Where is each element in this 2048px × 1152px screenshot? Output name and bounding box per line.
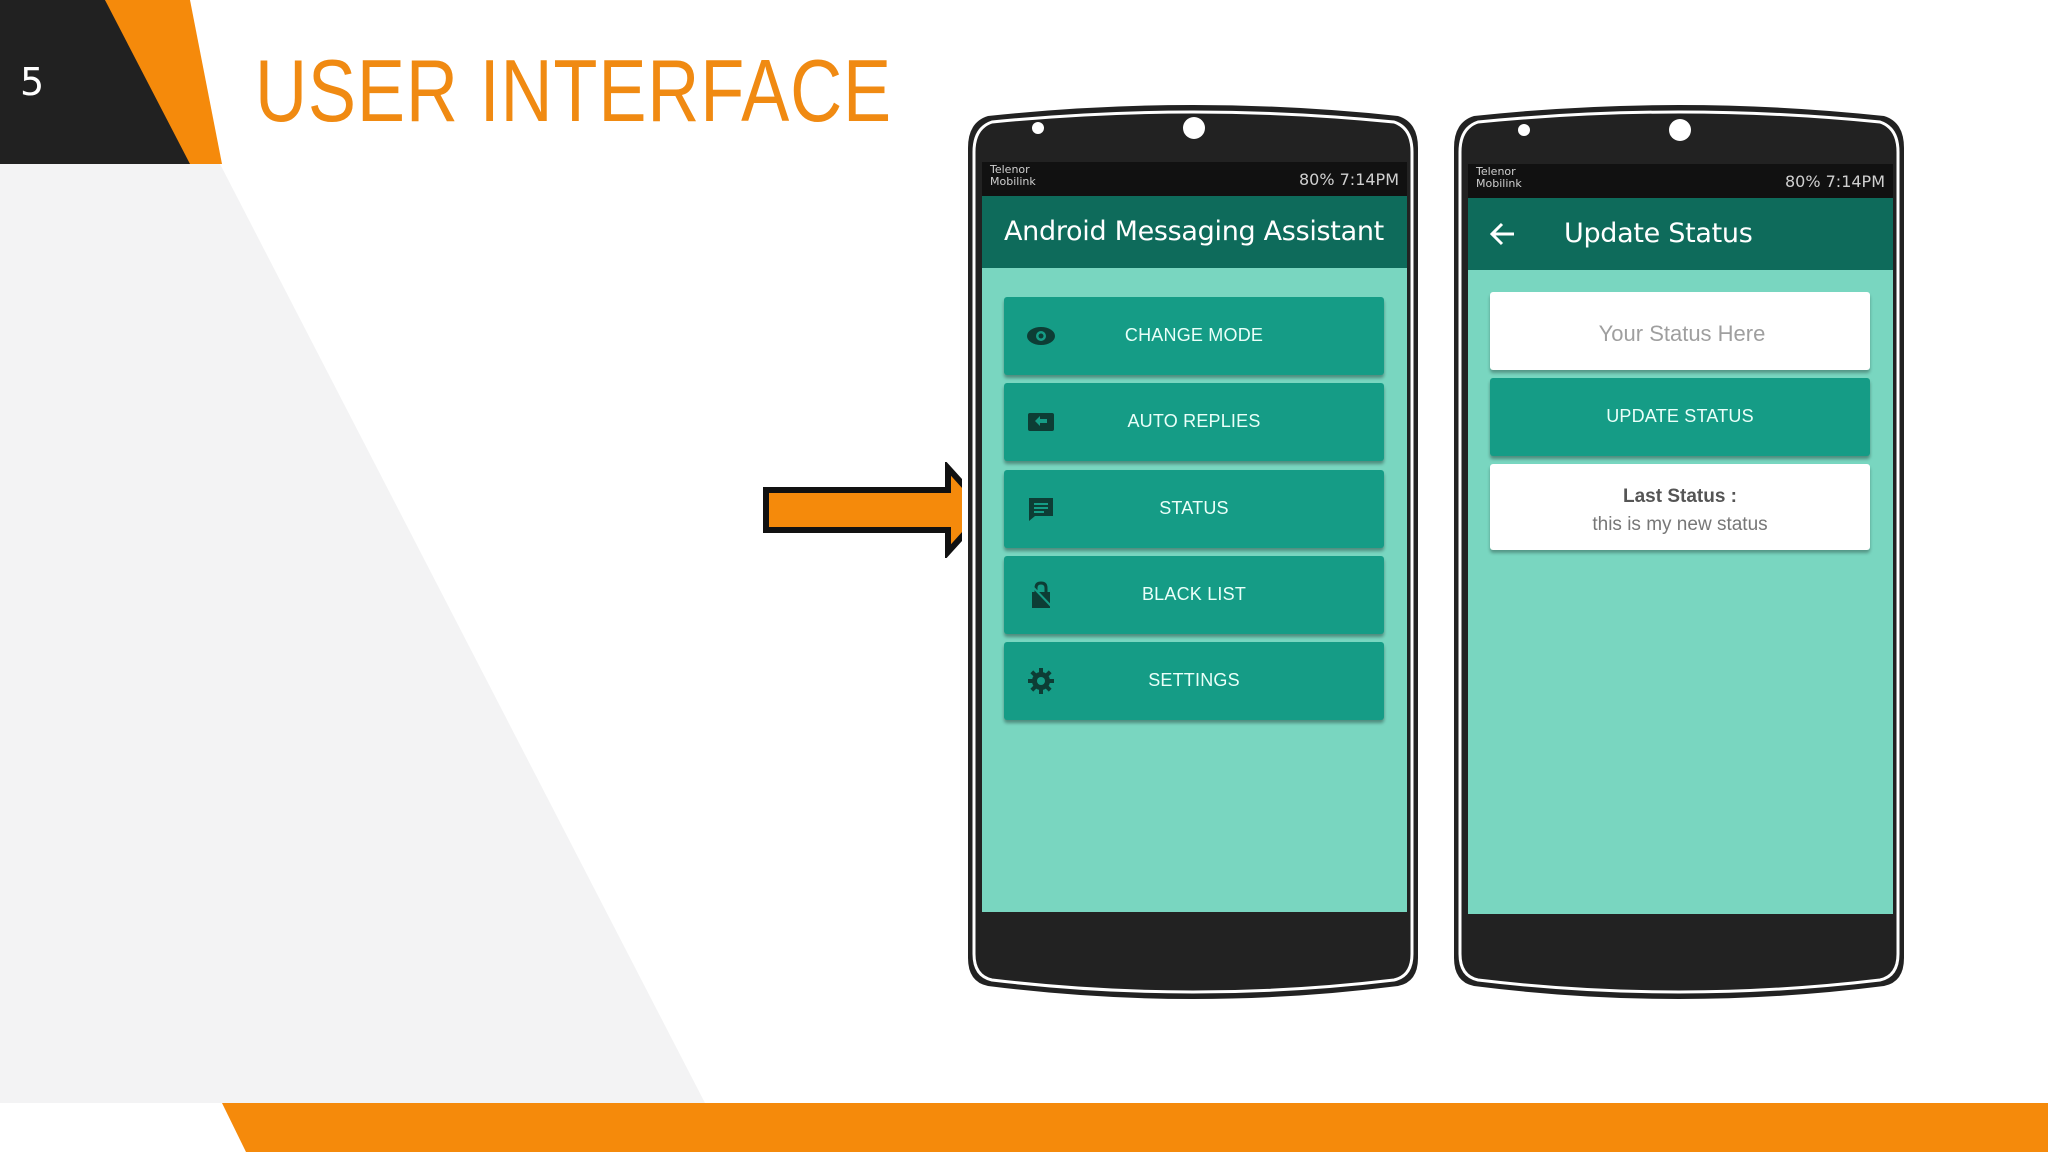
slide-number: 5 [20, 60, 45, 104]
app-bar: Android Messaging Assistant [982, 196, 1407, 268]
app-bar: Update Status [1468, 198, 1893, 270]
battery-clock: 80% 7:14PM [1298, 170, 1399, 189]
bottom-accent-band [222, 1103, 2048, 1152]
settings-button[interactable]: SETTINGS [1004, 642, 1384, 720]
arrow-right-icon [763, 462, 991, 558]
menu-label: SETTINGS [1148, 670, 1240, 690]
status-input-card[interactable] [1490, 292, 1874, 370]
status-button[interactable]: STATUS [1004, 470, 1384, 548]
carrier-label: Telenor Mobilink [990, 163, 1036, 188]
last-status-card: Last Status : this is my new status [1490, 464, 1870, 550]
menu-label: BLACK LIST [1141, 584, 1247, 604]
battery-clock: 80% 7:14PM [1784, 172, 1885, 191]
menu-label: AUTO REPLIES [1127, 411, 1261, 431]
carrier-label: Telenor Mobilink [1476, 165, 1522, 190]
back-arrow-icon[interactable] [1490, 222, 1516, 246]
change-mode-button[interactable]: CHANGE MODE [1004, 297, 1384, 375]
phone-screen: Telenor Mobilink 80% 7:14PM Android Mess… [982, 162, 1407, 912]
menu-label: CHANGE MODE [1124, 325, 1264, 345]
update-status-button[interactable]: UPDATE STATUS [1490, 378, 1870, 456]
black-list-button[interactable]: BLACK LIST [1004, 556, 1384, 634]
page-title: USER INTERFACE [255, 41, 892, 140]
last-status-value: this is my new status [1592, 514, 1768, 535]
last-status-label: Last Status : [1622, 486, 1738, 507]
auto-replies-button[interactable]: AUTO REPLIES [1004, 383, 1384, 461]
phone-screen: Telenor Mobilink 80% 7:14PM Update Statu… [1468, 164, 1893, 914]
status-input[interactable] [1490, 320, 1874, 348]
phone-main-menu: Telenor Mobilink 80% 7:14PM Android Mess… [962, 92, 1424, 1012]
phone-update-status: Telenor Mobilink 80% 7:14PM Update Statu… [1448, 92, 1910, 1012]
app-title: Android Messaging Assistant [1004, 216, 1384, 247]
status-bar: Telenor Mobilink 80% 7:14PM [982, 162, 1407, 196]
menu-label: STATUS [1159, 498, 1229, 518]
status-bar: Telenor Mobilink 80% 7:14PM [1468, 164, 1893, 198]
app-title: Update Status [1564, 218, 1753, 249]
button-label: UPDATE STATUS [1606, 406, 1754, 426]
